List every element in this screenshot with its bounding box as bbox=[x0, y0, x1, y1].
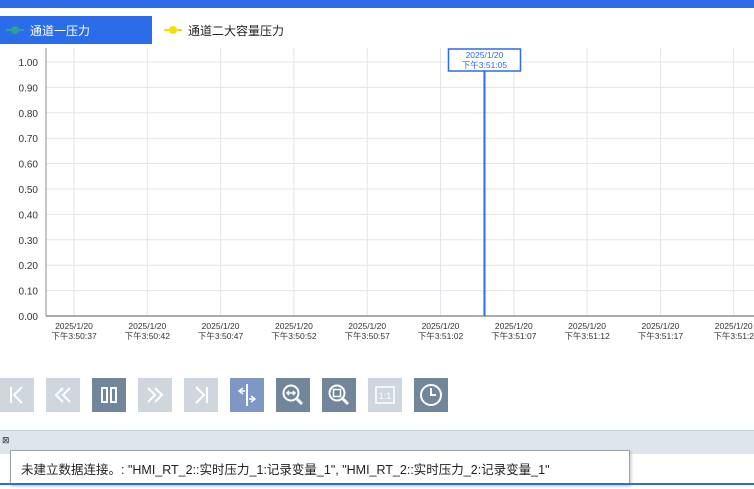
original-size-button[interactable]: 1:1 bbox=[368, 378, 402, 412]
x-tick-date: 2025/1/20 bbox=[422, 321, 460, 331]
x-tick-date: 2025/1/20 bbox=[128, 321, 166, 331]
zoom-range-button[interactable] bbox=[276, 378, 310, 412]
line-dot-teal-icon bbox=[6, 25, 24, 35]
first-page-icon bbox=[10, 386, 23, 404]
rewind-icon bbox=[54, 387, 71, 403]
zoom-range-icon bbox=[282, 384, 304, 406]
x-tick-time: 下午3:50:52 bbox=[271, 331, 317, 341]
legend-label: 通道二大容量压力 bbox=[188, 23, 285, 38]
ruler-icon bbox=[237, 384, 257, 406]
top-accent-bar bbox=[0, 0, 754, 8]
ruler-button[interactable] bbox=[230, 378, 264, 412]
x-tick-time: 下午3:50:57 bbox=[345, 331, 391, 341]
svg-text:1:1: 1:1 bbox=[379, 391, 392, 401]
bottom-accent-line bbox=[0, 483, 754, 485]
x-tick-time: 下午3:50:42 bbox=[125, 331, 171, 341]
x-tick-date: 2025/1/20 bbox=[55, 321, 93, 331]
x-tick-date: 2025/1/20 bbox=[202, 321, 240, 331]
x-tick-time: 下午3:51:12 bbox=[564, 331, 610, 341]
ruler-cursor-time: 下午3:51:05 bbox=[462, 60, 508, 70]
x-tick-date: 2025/1/20 bbox=[641, 321, 679, 331]
y-tick-label: 0.30 bbox=[19, 236, 39, 247]
y-tick-label: 0.50 bbox=[19, 185, 39, 196]
pin-icon[interactable]: ⊠ bbox=[2, 434, 14, 446]
pause-icon bbox=[101, 387, 117, 403]
zoom-area-icon bbox=[328, 384, 350, 406]
pause-button[interactable] bbox=[92, 378, 126, 412]
x-tick-date: 2025/1/20 bbox=[275, 321, 313, 331]
trend-chart[interactable]: 1.00 0.90 0.80 0.70 0.60 0.50 0.40 0.30 0.20 0.10… bbox=[0, 48, 754, 348]
status-message-tooltip: 未建立数据连接。: "HMI_RT_2::实时压力_1:记录变量_1", "HM… bbox=[10, 450, 630, 484]
y-tick-label: 0.00 bbox=[19, 312, 39, 323]
clock-button[interactable] bbox=[414, 378, 448, 412]
y-tick-label: 0.40 bbox=[19, 210, 39, 221]
fast-forward-icon bbox=[147, 387, 164, 403]
plot-area bbox=[46, 48, 754, 316]
x-tick-time: 下午3:51:02 bbox=[418, 331, 464, 341]
fast-forward-button[interactable] bbox=[138, 378, 172, 412]
legend-label: 通道一压力 bbox=[30, 23, 91, 38]
y-tick-label: 0.90 bbox=[19, 83, 39, 94]
x-tick-time: 下午3:51:07 bbox=[491, 331, 537, 341]
x-tick-date: 2025/1/20 bbox=[348, 321, 386, 331]
last-page-icon bbox=[195, 386, 208, 404]
trend-toolbar: 1:1 bbox=[0, 378, 754, 414]
x-tick-date: 2025/1/20 bbox=[495, 321, 533, 331]
first-page-button[interactable] bbox=[0, 378, 34, 412]
legend-item-channel-1[interactable]: 通道一压力 bbox=[0, 16, 152, 44]
y-tick-label: 1.00 bbox=[19, 58, 39, 69]
rewind-button[interactable] bbox=[46, 378, 80, 412]
y-tick-label: 0.60 bbox=[19, 160, 39, 171]
x-tick-date: 2025/1/20 bbox=[568, 321, 606, 331]
x-tick-time: 下午3:50:37 bbox=[51, 331, 97, 341]
chart-legend: 通道一压力 通道二大容量压力 bbox=[0, 16, 754, 46]
line-dot-yellow-icon bbox=[164, 25, 182, 35]
y-tick-label: 0.80 bbox=[19, 109, 39, 120]
x-tick-time: 下午3:51:17 bbox=[638, 331, 684, 341]
zoom-area-button[interactable] bbox=[322, 378, 356, 412]
y-tick-label: 0.10 bbox=[19, 287, 39, 298]
original-size-icon: 1:1 bbox=[375, 386, 395, 404]
x-tick-time: 下午3:51:2 bbox=[713, 331, 754, 341]
last-page-button[interactable] bbox=[184, 378, 218, 412]
x-tick-time: 下午3:50:47 bbox=[198, 331, 244, 341]
y-tick-label: 0.20 bbox=[19, 261, 39, 272]
clock-icon bbox=[420, 384, 442, 406]
x-tick-date: 2025/1/20 bbox=[715, 321, 753, 331]
ruler-cursor-date: 2025/1/20 bbox=[466, 50, 504, 60]
legend-item-channel-2[interactable]: 通道二大容量压力 bbox=[158, 16, 298, 44]
y-tick-label: 0.70 bbox=[19, 134, 39, 145]
